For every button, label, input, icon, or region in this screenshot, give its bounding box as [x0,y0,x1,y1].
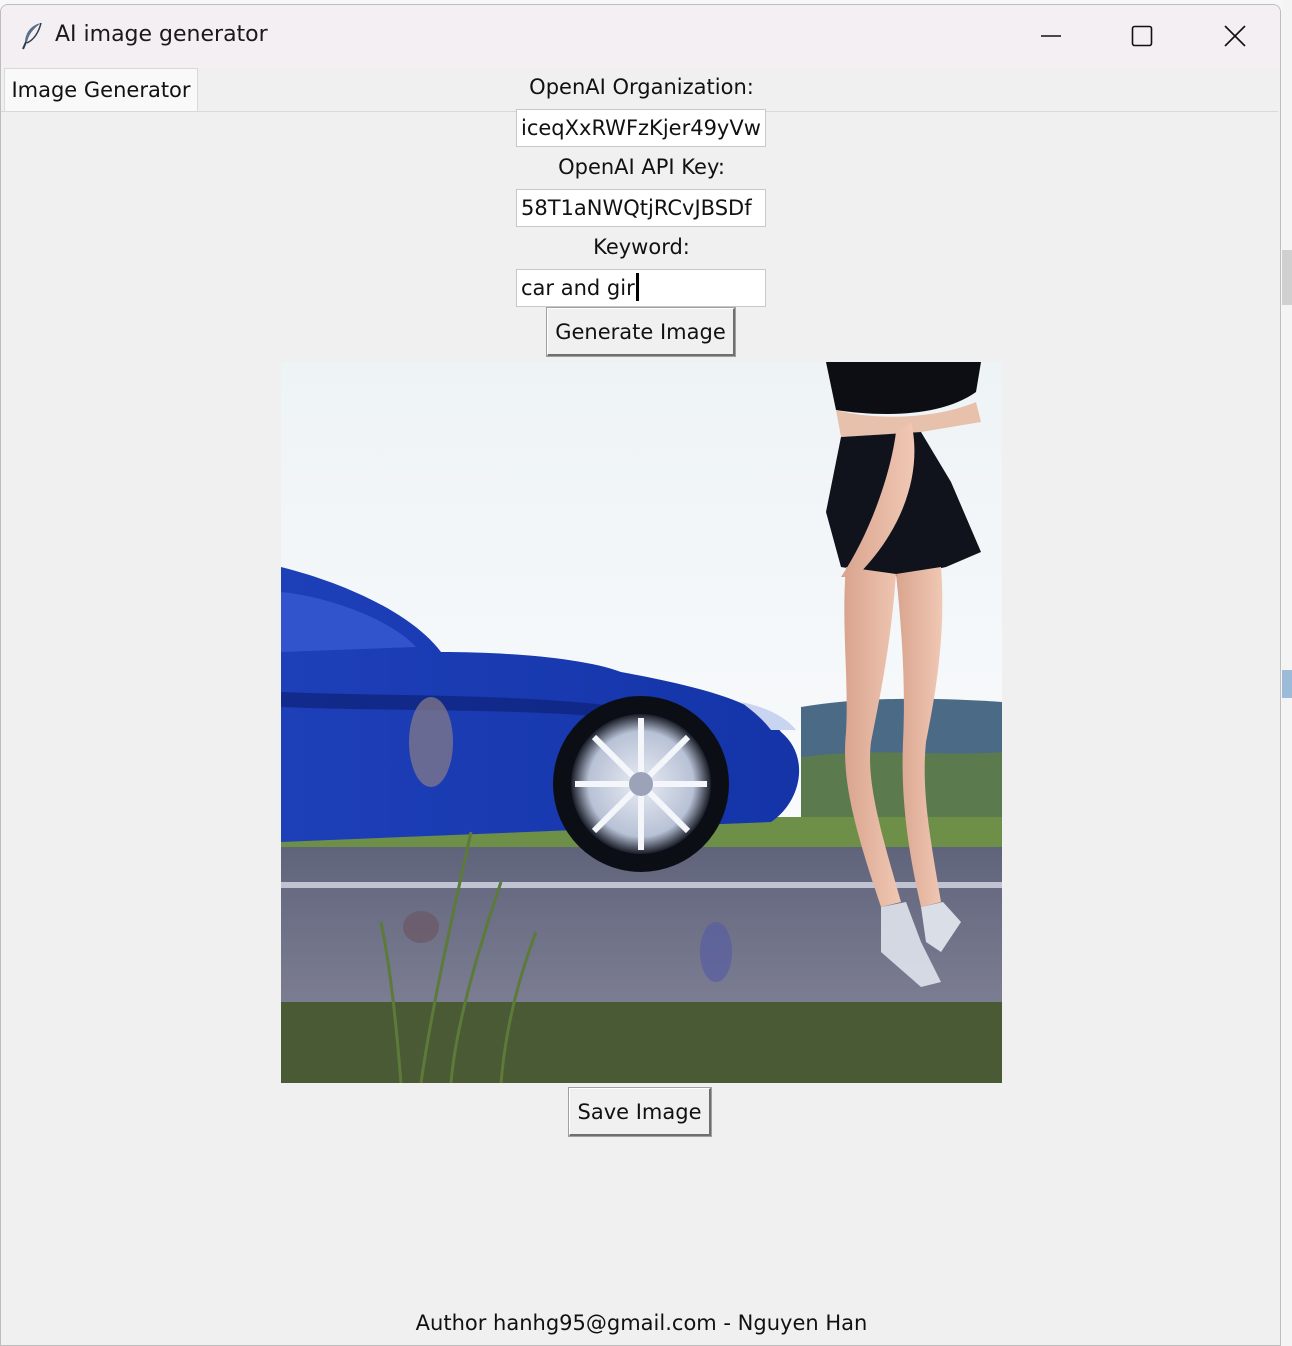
api-key-input[interactable] [516,189,766,227]
background-selection [1282,670,1292,698]
background-scrollbar [1282,250,1292,305]
keyword-input[interactable] [516,269,766,307]
organization-label: OpenAI Organization: [529,75,754,99]
generate-image-button[interactable]: Generate Image [547,308,735,356]
maximize-icon [1131,25,1153,47]
minimize-icon [1041,35,1061,37]
text-caret [636,273,639,301]
close-button[interactable] [1189,5,1280,67]
window-title: AI image generator [55,22,268,47]
save-image-button[interactable]: Save Image [569,1088,711,1136]
keyword-label: Keyword: [593,235,690,259]
api-key-label: OpenAI API Key: [558,155,725,179]
generated-image [281,362,1002,1083]
title-bar[interactable]: AI image generator [1,5,1280,67]
close-icon [1224,25,1246,47]
author-footer: Author hanhg95@gmail.com - Nguyen Han [415,1311,868,1335]
background-window-edge [1282,0,1292,1346]
maximize-button[interactable] [1096,5,1188,67]
organization-input[interactable] [516,109,766,147]
feather-icon [22,22,42,50]
app-window: AI image generator Image Generator OpenA… [0,4,1281,1346]
minimize-button[interactable] [1005,5,1097,67]
